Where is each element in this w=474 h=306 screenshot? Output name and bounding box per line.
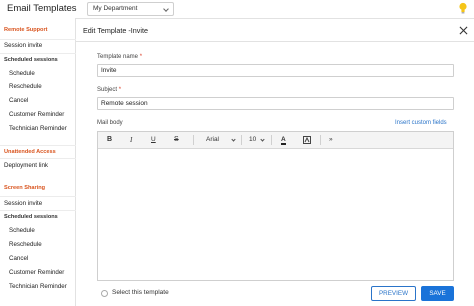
department-select-value: My Department (93, 5, 138, 12)
sidebar-item-schedule[interactable]: Schedule (0, 70, 76, 77)
strikethrough-button[interactable]: S (174, 136, 179, 143)
mail-body-label: Mail body (97, 120, 123, 126)
sidebar: Remote Support Session invite Scheduled … (0, 18, 76, 306)
sidebar-item-reschedule[interactable]: Reschedule (0, 241, 76, 248)
sidebar-item-cancel[interactable]: Cancel (0, 255, 76, 262)
sidebar-group-screen-sharing: Screen Sharing (4, 185, 46, 191)
sidebar-item-cancel[interactable]: Cancel (0, 97, 76, 104)
editor-toolbar: B I U S Arial 10 A » (98, 132, 453, 149)
sidebar-item-customer-reminder[interactable]: Customer Reminder (0, 269, 76, 276)
sidebar-subgroup-scheduled-sessions: Scheduled sessions (0, 210, 76, 220)
save-button[interactable]: SAVE (421, 286, 454, 301)
subject-value: Remote session (101, 100, 148, 107)
department-select[interactable]: My Department (87, 2, 174, 16)
font-family-select[interactable]: Arial (206, 136, 219, 143)
sidebar-item-customer-reminder[interactable]: Customer Reminder (0, 111, 76, 118)
subject-label-text: Subject (97, 87, 118, 93)
toolbar-divider (271, 135, 272, 145)
required-mark: * (118, 87, 122, 93)
sidebar-item-technician-reminder[interactable]: Technician Reminder (0, 283, 76, 290)
highlight-icon[interactable] (303, 136, 311, 144)
editor-header: Edit Template -Invite (76, 18, 474, 42)
toolbar-divider (241, 135, 242, 145)
sidebar-item-schedule[interactable]: Schedule (0, 227, 76, 234)
subject-label: Subject * (97, 87, 121, 93)
preview-button[interactable]: PREVIEW (371, 286, 416, 301)
mail-body-editor[interactable]: B I U S Arial 10 A » (97, 131, 454, 281)
sidebar-item-deployment-link[interactable]: Deployment link (0, 158, 76, 169)
sidebar-item-reschedule[interactable]: Reschedule (0, 83, 76, 90)
toolbar-divider (320, 135, 321, 145)
chevron-down-icon (231, 137, 236, 142)
template-name-label: Template name * (97, 54, 142, 60)
more-options-button[interactable]: » (329, 136, 333, 143)
underline-button[interactable]: U (151, 136, 156, 143)
sidebar-subgroup-scheduled-sessions: Scheduled sessions (0, 53, 76, 63)
required-mark: * (139, 54, 143, 60)
sidebar-item-technician-reminder[interactable]: Technician Reminder (0, 125, 76, 132)
sidebar-item-session-invite[interactable]: Session invite (0, 196, 76, 207)
select-template-label: Select this template (112, 289, 169, 296)
sidebar-item-session-invite[interactable]: Session invite (0, 39, 76, 49)
italic-button[interactable]: I (130, 136, 132, 144)
template-name-input[interactable]: Invite (97, 64, 454, 77)
chevron-down-icon (260, 137, 265, 142)
sidebar-group-unattended-access: Unattended Access (0, 145, 76, 155)
toolbar-divider (193, 135, 194, 145)
lightbulb-icon[interactable] (458, 2, 468, 14)
app-title: Email Templates (7, 3, 77, 14)
subject-input[interactable]: Remote session (97, 97, 454, 110)
font-color-button[interactable]: A (281, 136, 286, 145)
top-bar: Email Templates My Department (0, 0, 474, 18)
select-template-checkbox[interactable] (101, 290, 108, 297)
template-name-label-text: Template name (97, 54, 139, 60)
template-name-value: Invite (101, 67, 117, 74)
bold-button[interactable]: B (107, 136, 112, 143)
insert-custom-fields-link[interactable]: Insert custom fields (395, 120, 447, 126)
close-icon[interactable] (459, 26, 468, 35)
chevron-down-icon (163, 6, 169, 12)
page-title: Edit Template -Invite (83, 26, 148, 35)
font-size-select[interactable]: 10 (249, 136, 256, 143)
sidebar-group-remote-support: Remote Support (4, 27, 48, 33)
